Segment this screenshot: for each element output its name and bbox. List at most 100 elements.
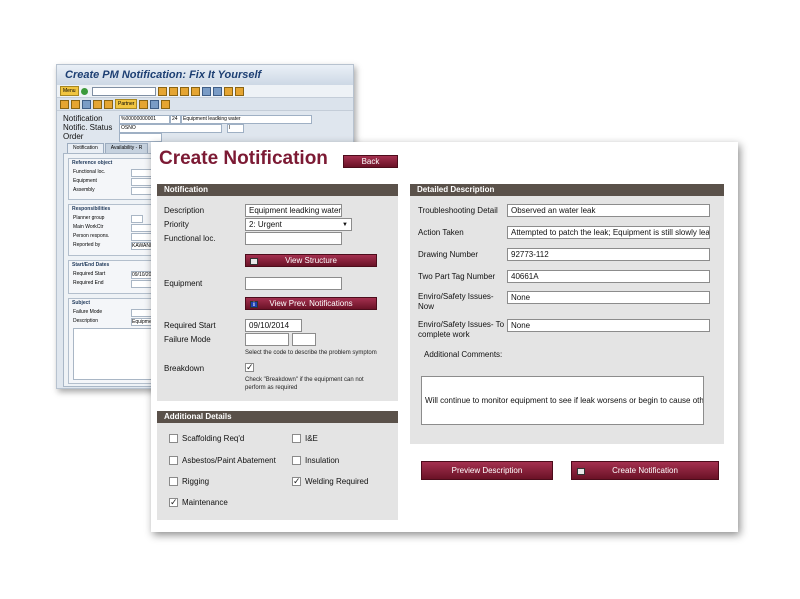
- notification-section: Description Equipment leadking water Pri…: [157, 196, 398, 401]
- welding-checkbox[interactable]: ✓: [292, 477, 301, 486]
- scaffolding-label: Scaffolding Req'd: [182, 434, 245, 443]
- troubleshooting-label: Troubleshooting Detail: [418, 206, 498, 215]
- sap-notification-label: Notification: [63, 114, 103, 123]
- sap-label: Planner group: [73, 215, 105, 221]
- create-notification-button[interactable]: Create Notification: [571, 461, 719, 480]
- tool8-icon[interactable]: [161, 99, 171, 109]
- maintenance-label: Maintenance: [182, 498, 228, 507]
- asbestos-checkbox[interactable]: [169, 456, 178, 465]
- failure-mode-note: Select the code to describe the problem …: [245, 350, 377, 356]
- print-icon[interactable]: [201, 86, 211, 96]
- view-structure-label: View Structure: [285, 256, 337, 265]
- create-notification-label: Create Notification: [612, 466, 678, 475]
- breakdown-note-2: perform as required: [245, 385, 298, 391]
- equipment-input[interactable]: [245, 277, 342, 290]
- scaffolding-checkbox[interactable]: [169, 434, 178, 443]
- dropdown-arrow-icon: ▼: [342, 222, 348, 228]
- breakdown-label: Breakdown: [164, 364, 205, 373]
- insulation-checkbox[interactable]: [292, 456, 301, 465]
- welding-label: Welding Required: [305, 477, 369, 486]
- notification-section-header: Notification: [157, 184, 398, 196]
- tool7-icon[interactable]: [150, 99, 160, 109]
- ie-label: I&E: [305, 434, 318, 443]
- enviro-complete-label-1: Enviro/Safety Issues- To: [418, 320, 505, 329]
- comments-textarea[interactable]: Will continue to monitor equipment to se…: [421, 376, 704, 425]
- tag-number-label: Two Part Tag Number: [418, 272, 496, 281]
- rigging-label: Rigging: [182, 477, 210, 486]
- command-field[interactable]: [91, 86, 156, 96]
- enviro-complete-input[interactable]: None: [507, 319, 710, 332]
- breakdown-note-1: Check "Breakdown" if the equipment can n…: [245, 377, 364, 383]
- sap-field[interactable]: [131, 215, 143, 223]
- priority-value: 2: Urgent: [249, 220, 282, 229]
- structure-icon: [250, 258, 258, 265]
- equipment-label: Equipment: [164, 279, 203, 288]
- tool3-icon[interactable]: [82, 99, 91, 109]
- action-taken-input[interactable]: Attempted to patch the leak; Equipment i…: [507, 226, 710, 239]
- sap-order-row: Order: [57, 132, 353, 142]
- view-prev-notifications-button[interactable]: i View Prev. Notifications: [245, 297, 377, 310]
- enviro-now-label-2: Now: [418, 302, 435, 311]
- sap-tabs: Notification Availability - R: [67, 143, 149, 153]
- drawing-number-label: Drawing Number: [418, 250, 479, 259]
- sap-app-toolbar: Partner: [57, 98, 353, 111]
- failure-mode-label: Failure Mode: [164, 335, 211, 344]
- tool5-icon[interactable]: [104, 99, 113, 109]
- exit-icon[interactable]: [179, 86, 189, 96]
- prev-page-icon[interactable]: [234, 86, 244, 96]
- tag-number-input[interactable]: 40661A: [507, 270, 710, 283]
- detailed-section-header: Detailed Description: [410, 184, 724, 196]
- find-icon[interactable]: [212, 86, 222, 96]
- failure-mode-input-2[interactable]: [292, 333, 316, 346]
- enviro-now-label-1: Enviro/Safety Issues-: [418, 292, 494, 301]
- sap-label: Person respons.: [73, 233, 110, 239]
- rigging-checkbox[interactable]: [169, 477, 178, 486]
- asbestos-label: Asbestos/Paint Abatement: [182, 456, 276, 465]
- tool2-icon[interactable]: [71, 99, 80, 109]
- enviro-complete-label-2: complete work: [418, 330, 470, 339]
- sap-toolbar: Menu: [57, 85, 353, 98]
- sap-status-row: Notific. Status OSNO I: [57, 123, 353, 133]
- enter-icon[interactable]: [80, 87, 88, 95]
- sap-label: Functional loc.: [73, 169, 106, 175]
- sap-order-field[interactable]: [119, 133, 162, 142]
- tool4-icon[interactable]: [93, 99, 102, 109]
- priority-select[interactable]: 2: Urgent ▼: [245, 218, 352, 231]
- back-icon[interactable]: [168, 86, 178, 96]
- cancel-icon[interactable]: [190, 86, 200, 96]
- description-label: Description: [164, 206, 205, 215]
- tab-notification[interactable]: Notification: [67, 143, 104, 153]
- preview-description-button[interactable]: Preview Description: [421, 461, 553, 480]
- save-icon[interactable]: [157, 86, 167, 96]
- insulation-label: Insulation: [305, 456, 340, 465]
- description-input[interactable]: Equipment leadking water: [245, 204, 342, 217]
- tool-icon[interactable]: [60, 99, 69, 109]
- troubleshooting-input[interactable]: Observed an water leak: [507, 204, 710, 217]
- back-button[interactable]: Back: [343, 155, 398, 168]
- sap-label: Description: [73, 318, 99, 324]
- create-notification-window: Create Notification Back Notification De…: [151, 142, 738, 532]
- tab-availability[interactable]: Availability - R: [104, 143, 149, 153]
- sap-title: Create PM Notification: Fix It Yourself: [57, 65, 353, 85]
- breakdown-checkbox[interactable]: ✓: [245, 363, 254, 372]
- info-icon: i: [250, 301, 258, 308]
- menu-button[interactable]: Menu: [60, 86, 79, 96]
- sap-label: Required Start: [73, 271, 106, 277]
- priority-label: Priority: [164, 220, 189, 229]
- view-prev-label: View Prev. Notifications: [269, 299, 353, 308]
- required-start-label: Required Start: [164, 321, 216, 330]
- partner-button[interactable]: Partner: [115, 99, 138, 109]
- ie-checkbox[interactable]: [292, 434, 301, 443]
- action-taken-label: Action Taken: [418, 228, 464, 237]
- detailed-section: Troubleshooting Detail Observed an water…: [410, 196, 724, 444]
- view-structure-button[interactable]: View Structure: [245, 254, 377, 267]
- first-page-icon[interactable]: [223, 86, 233, 96]
- drawing-number-input[interactable]: 92773-112: [507, 248, 710, 261]
- failure-mode-input-1[interactable]: [245, 333, 289, 346]
- sap-notification-row: Notification %00000000001 24 Equipment l…: [57, 114, 353, 124]
- enviro-now-input[interactable]: None: [507, 291, 710, 304]
- required-start-input[interactable]: 09/10/2014: [245, 319, 302, 332]
- tool6-icon[interactable]: [139, 99, 149, 109]
- maintenance-checkbox[interactable]: ✓: [169, 498, 178, 507]
- functional-loc-input[interactable]: [245, 232, 342, 245]
